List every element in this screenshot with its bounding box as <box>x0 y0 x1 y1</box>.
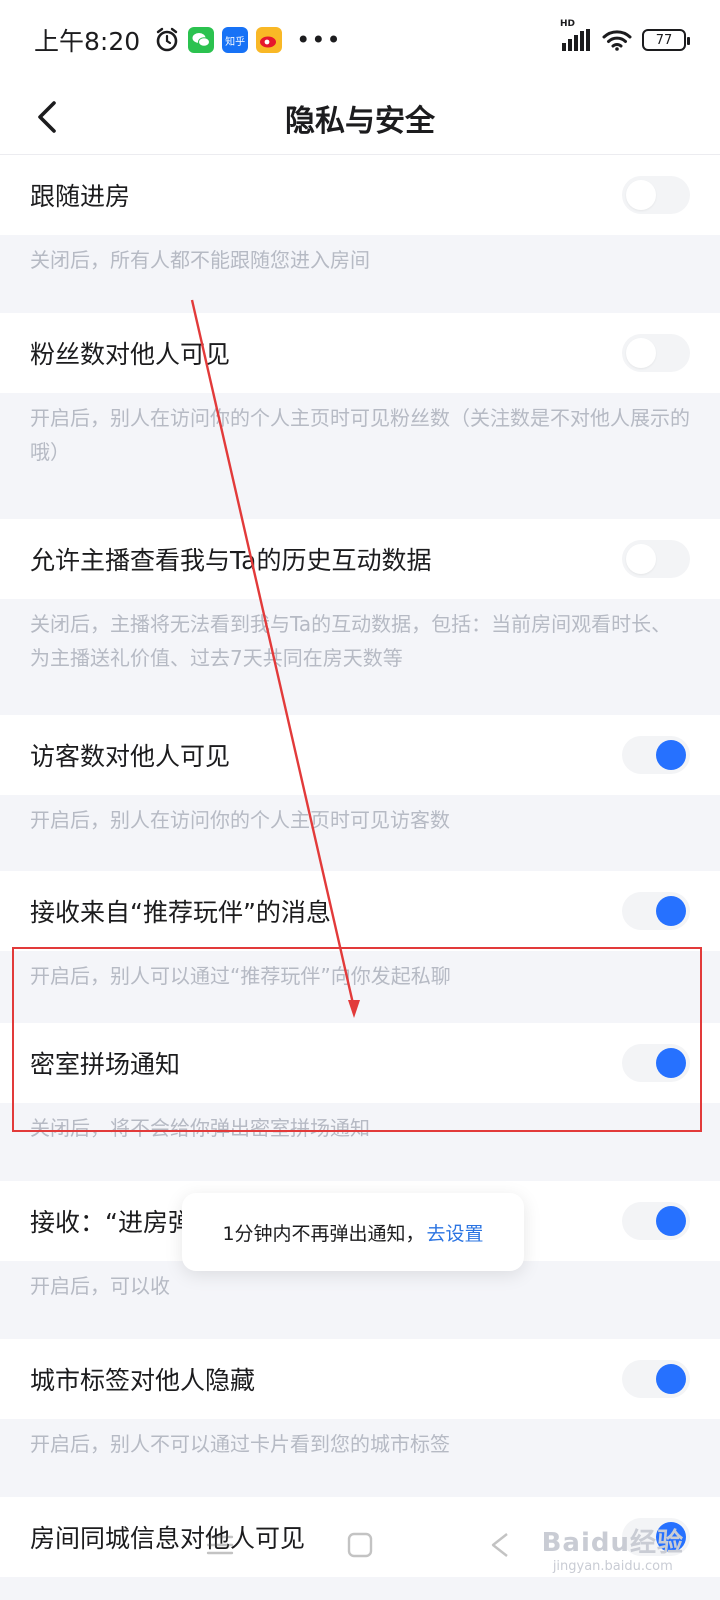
more-notifications-icon: ••• <box>296 26 342 54</box>
wifi-icon <box>602 29 632 51</box>
watermark-sub: jingyan.baidu.com <box>552 1559 673 1574</box>
system-back-button[interactable] <box>480 1525 520 1565</box>
setting-description: 开启后，别人在访问你的个人主页时可见粉丝数（关注数是不对他人展示的哦） <box>0 393 720 469</box>
zhihu-icon: 知乎 <box>222 27 249 53</box>
cellular-signal-icon: HD <box>560 19 590 51</box>
alarm-icon <box>154 27 180 53</box>
setting-row-history-interaction: 允许主播查看我与Ta的历史互动数据 <box>0 519 720 599</box>
setting-row-visitors-visible: 访客数对他人可见 <box>0 715 720 795</box>
escape-room-notice-toggle[interactable] <box>622 1044 690 1082</box>
page-title: 隐私与安全 <box>285 104 435 139</box>
menu-icon <box>206 1535 234 1555</box>
toast-settings-link[interactable]: 去设置 <box>427 1219 484 1246</box>
menu-button[interactable] <box>200 1525 240 1565</box>
setting-description: 开启后，别人可以通过“推荐玩伴”向你发起私聊 <box>0 951 720 993</box>
battery-icon: 77 <box>642 29 690 51</box>
follow-enter-room-toggle[interactable] <box>622 176 690 214</box>
home-icon <box>347 1532 373 1558</box>
back-triangle-icon <box>491 1533 508 1557</box>
history-interaction-toggle[interactable] <box>622 540 690 578</box>
wechat-icon <box>188 27 215 53</box>
setting-row-recommend-partner-messages: 接收来自“推荐玩伴”的消息 <box>0 871 720 951</box>
watermark-main: Baidu经验 <box>541 1528 684 1558</box>
setting-row-escape-room-notice: 密室拼场通知 <box>0 1023 720 1103</box>
baidu-watermark: Baidu经验 jingyan.baidu.com <box>542 1522 684 1574</box>
setting-label: 接收来自“推荐玩伴”的消息 <box>30 898 331 927</box>
setting-label: 密室拼场通知 <box>30 1050 181 1079</box>
setting-label: 城市标签对他人隐藏 <box>30 1366 256 1395</box>
recommend-partner-messages-toggle[interactable] <box>622 892 690 930</box>
setting-row-fans-visible: 粉丝数对他人可见 <box>0 313 720 393</box>
setting-description: 关闭后，将不会给你弹出密室拼场通知 <box>0 1103 720 1145</box>
setting-label: 跟随进房 <box>30 182 131 211</box>
setting-row-follow-enter-room: 跟随进房 <box>0 155 720 235</box>
city-tag-hidden-toggle[interactable] <box>622 1360 690 1398</box>
status-time: 上午8:20 <box>34 27 141 56</box>
setting-description: 关闭后，所有人都不能跟随您进入房间 <box>0 235 720 277</box>
zhihu-icon-text: 知乎 <box>225 36 246 48</box>
setting-label: 允许主播查看我与Ta的历史互动数据 <box>30 546 432 575</box>
setting-label: 访客数对他人可见 <box>30 742 231 771</box>
setting-description: 开启后，别人不可以通过卡片看到您的城市标签 <box>0 1419 720 1461</box>
home-button[interactable] <box>340 1525 380 1565</box>
toast-message: 1分钟内不再弹出通知， <box>222 1222 425 1245</box>
enter-room-popup-toggle[interactable] <box>622 1202 690 1240</box>
setting-label: 粉丝数对他人可见 <box>30 340 231 369</box>
visitors-visible-toggle[interactable] <box>622 736 690 774</box>
weibo-icon <box>256 27 283 53</box>
toast: 1分钟内不再弹出通知， 去设置 <box>182 1193 524 1271</box>
setting-description: 开启后，别人在访问你的个人主页时可见访客数 <box>0 795 720 837</box>
setting-description: 关闭后，主播将无法看到我与Ta的互动数据，包括：当前房间观看时长、为主播送礼价值… <box>0 599 720 675</box>
fans-visible-toggle[interactable] <box>622 334 690 372</box>
hd-label: HD <box>560 19 576 29</box>
settings-list: 跟随进房 关闭后，所有人都不能跟随您进入房间 粉丝数对他人可见 开启后，别人在访… <box>0 155 720 1577</box>
battery-level: 77 <box>655 32 673 48</box>
nav-bar: 隐私与安全 <box>0 80 720 155</box>
status-bar: 上午8:20 知乎 ••• HD 77 <box>0 0 720 80</box>
setting-row-city-tag-hidden: 城市标签对他人隐藏 <box>0 1339 720 1419</box>
